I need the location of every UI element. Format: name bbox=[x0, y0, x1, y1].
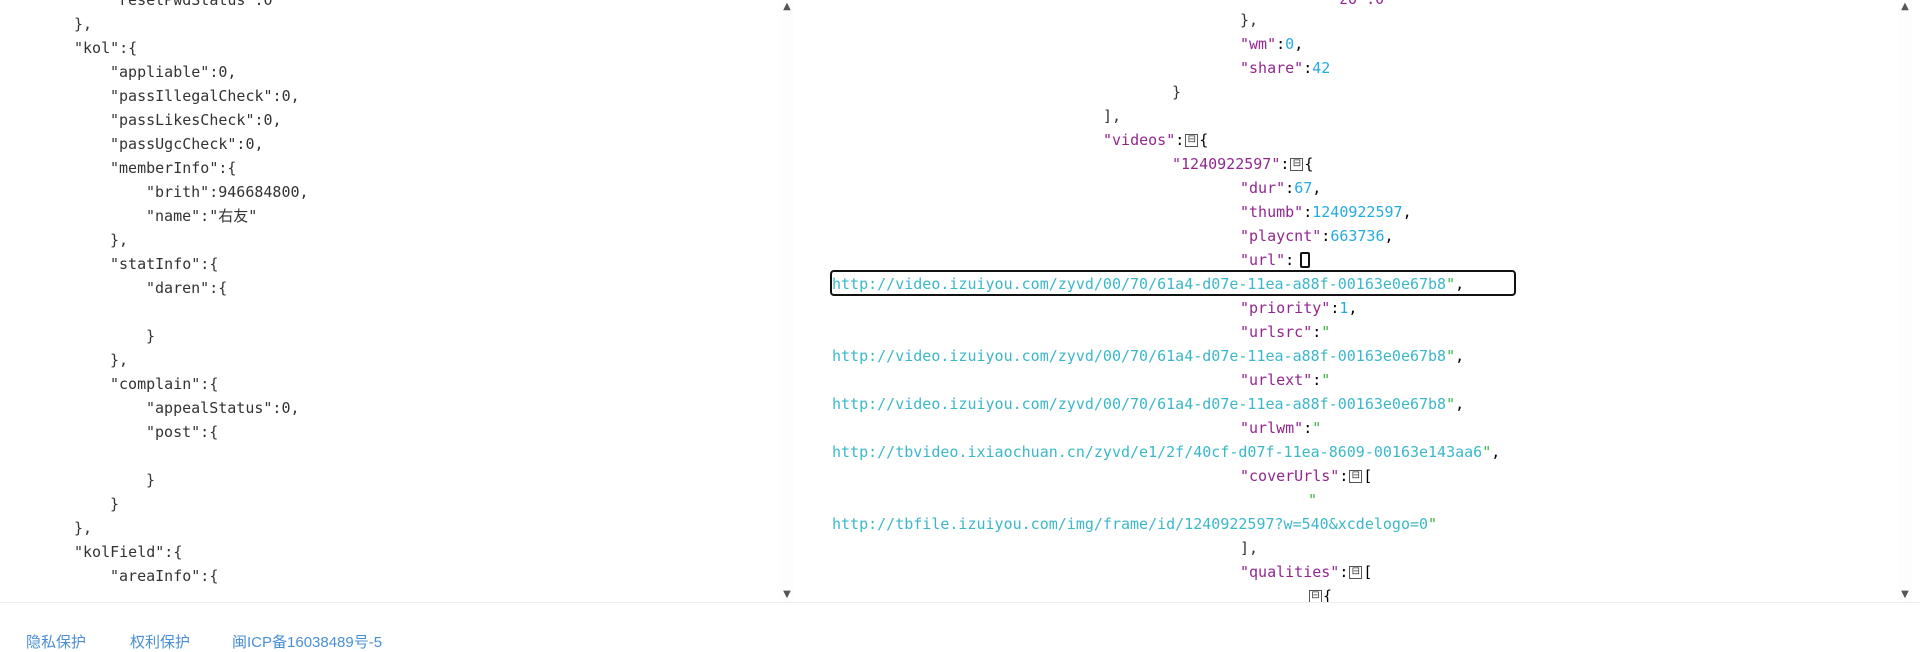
json-line: }, bbox=[110, 351, 129, 369]
json-key: "dur" bbox=[1240, 179, 1286, 197]
scroll-up-icon[interactable]: ▲ bbox=[780, 0, 794, 14]
json-line: "kolField":{ bbox=[74, 543, 183, 561]
json-number: 0 bbox=[1285, 35, 1295, 53]
json-line: "urlext":" bbox=[1240, 371, 1331, 389]
json-line: http://tbvideo.ixiaochuan.cn/zyvd/e1/2f/… bbox=[832, 443, 1501, 461]
json-line: "appealStatus":0, bbox=[146, 399, 300, 417]
json-url-value[interactable]: http://video.izuiyou.com/zyvd/00/70/61a4… bbox=[832, 275, 1446, 293]
json-key: "videos" bbox=[1103, 131, 1176, 149]
json-line: "post":{ bbox=[146, 423, 219, 441]
json-line: ⊟{ bbox=[1308, 584, 1332, 602]
footer: 隐私保护 权利保护 闽ICP备16038489号-5 bbox=[0, 602, 1920, 651]
json-line: ], bbox=[1240, 539, 1259, 557]
json-key: "thumb" bbox=[1240, 203, 1304, 221]
json-line: ], bbox=[1103, 107, 1122, 125]
scroll-down-icon[interactable]: ▼ bbox=[780, 588, 794, 602]
json-line: "playcnt":663736, bbox=[1240, 227, 1394, 245]
json-line: } bbox=[146, 471, 156, 489]
json-line: }, bbox=[74, 15, 93, 33]
json-number: 1 bbox=[1339, 299, 1349, 317]
text-cursor bbox=[1300, 252, 1310, 268]
json-line: "1240922597": ⊟{ bbox=[1172, 155, 1314, 173]
json-line: "zo":0 bbox=[1330, 0, 1384, 11]
json-line: }, bbox=[74, 519, 93, 537]
json-line: "kol":{ bbox=[74, 39, 138, 57]
json-line: "wm":0, bbox=[1240, 35, 1304, 53]
json-line: "memberInfo":{ bbox=[110, 159, 237, 177]
json-line: "passUgcCheck":0, bbox=[110, 135, 264, 153]
json-line: "urlsrc":" bbox=[1240, 323, 1331, 341]
json-line: "passLikesCheck":0, bbox=[110, 111, 282, 129]
json-line: "urlwm":" bbox=[1240, 419, 1322, 437]
json-line: "url": bbox=[1240, 251, 1295, 269]
json-line: http://video.izuiyou.com/zyvd/00/70/61a4… bbox=[832, 347, 1465, 365]
json-line: http://tbfile.izuiyou.com/img/frame/id/1… bbox=[832, 515, 1438, 533]
json-line: }, bbox=[1240, 11, 1259, 29]
json-line: http://video.izuiyou.com/zyvd/00/70/61a4… bbox=[832, 275, 1465, 293]
scroll-up-icon[interactable]: ▲ bbox=[1898, 0, 1912, 14]
json-line: "name":"右友" bbox=[146, 207, 258, 225]
right-json-pane[interactable]: "zo":0 }, "wm":0, "share":42 } ], "video… bbox=[800, 0, 1900, 602]
collapse-toggle-icon[interactable]: ⊟ bbox=[1290, 158, 1304, 171]
json-key: "urlwm" bbox=[1240, 419, 1304, 437]
json-url-value[interactable]: http://video.izuiyou.com/zyvd/00/70/61a4… bbox=[832, 347, 1446, 365]
json-line: "dur":67, bbox=[1240, 179, 1322, 197]
json-key: "playcnt" bbox=[1240, 227, 1322, 245]
json-line: "daren":{ bbox=[146, 279, 228, 297]
json-line: "qualities": ⊟[ bbox=[1240, 563, 1373, 581]
json-line: } bbox=[110, 495, 120, 513]
json-number: 663736 bbox=[1330, 227, 1385, 245]
json-url-value[interactable]: http://tbvideo.ixiaochuan.cn/zyvd/e1/2f/… bbox=[832, 443, 1482, 461]
collapse-toggle-icon[interactable]: ⊟ bbox=[1309, 590, 1322, 602]
json-key: "priority" bbox=[1240, 299, 1331, 317]
collapse-toggle-icon[interactable]: ⊟ bbox=[1185, 134, 1199, 147]
json-line: "priority":1, bbox=[1240, 299, 1358, 317]
left-scrollbar[interactable]: ▲ ▼ bbox=[780, 0, 794, 602]
json-number: 67 bbox=[1294, 179, 1313, 197]
json-number: 1240922597 bbox=[1312, 203, 1403, 221]
json-url-value[interactable]: http://tbfile.izuiyou.com/img/frame/id/1… bbox=[832, 515, 1428, 533]
json-line: "videos": ⊟{ bbox=[1103, 131, 1209, 149]
json-line: "statInfo":{ bbox=[110, 255, 219, 273]
json-line: } bbox=[146, 327, 156, 345]
json-key: "share" bbox=[1240, 59, 1304, 77]
left-json-pane[interactable]: "resetPwdStatus":0}, "kol":{ "appliable":0… bbox=[0, 0, 778, 602]
json-key: "qualities" bbox=[1240, 563, 1340, 581]
json-line: }, bbox=[110, 231, 129, 249]
json-url-value[interactable]: http://video.izuiyou.com/zyvd/00/70/61a4… bbox=[832, 395, 1446, 413]
json-line: "passIllegalCheck":0, bbox=[110, 87, 300, 105]
json-line: "coverUrls": ⊟[ bbox=[1240, 467, 1373, 485]
scroll-down-icon[interactable]: ▼ bbox=[1898, 588, 1912, 602]
json-key: "coverUrls" bbox=[1240, 467, 1340, 485]
json-key: "urlsrc" bbox=[1240, 323, 1313, 341]
json-key: "wm" bbox=[1240, 35, 1277, 53]
json-line: " bbox=[1308, 491, 1318, 509]
json-line: "areaInfo":{ bbox=[110, 567, 219, 585]
collapse-toggle-icon[interactable]: ⊟ bbox=[1349, 470, 1363, 483]
json-line: "appliable":0, bbox=[110, 63, 237, 81]
json-line: http://video.izuiyou.com/zyvd/00/70/61a4… bbox=[832, 395, 1465, 413]
json-line: "share":42 bbox=[1240, 59, 1331, 77]
collapse-toggle-icon[interactable]: ⊟ bbox=[1349, 566, 1363, 579]
json-key: "1240922597" bbox=[1172, 155, 1281, 173]
json-line: "resetPwdStatus":0 bbox=[110, 0, 273, 9]
json-key: "url" bbox=[1240, 251, 1286, 269]
json-key: "zo":0 bbox=[1330, 0, 1384, 8]
json-number: 42 bbox=[1312, 59, 1331, 77]
json-line: "brith":946684800, bbox=[146, 183, 309, 201]
json-line: "thumb":1240922597, bbox=[1240, 203, 1412, 221]
right-scrollbar[interactable]: ▲ ▼ bbox=[1898, 0, 1912, 602]
json-line: "complain":{ bbox=[110, 375, 219, 393]
json-key: "urlext" bbox=[1240, 371, 1313, 389]
json-line: } bbox=[1172, 83, 1182, 101]
